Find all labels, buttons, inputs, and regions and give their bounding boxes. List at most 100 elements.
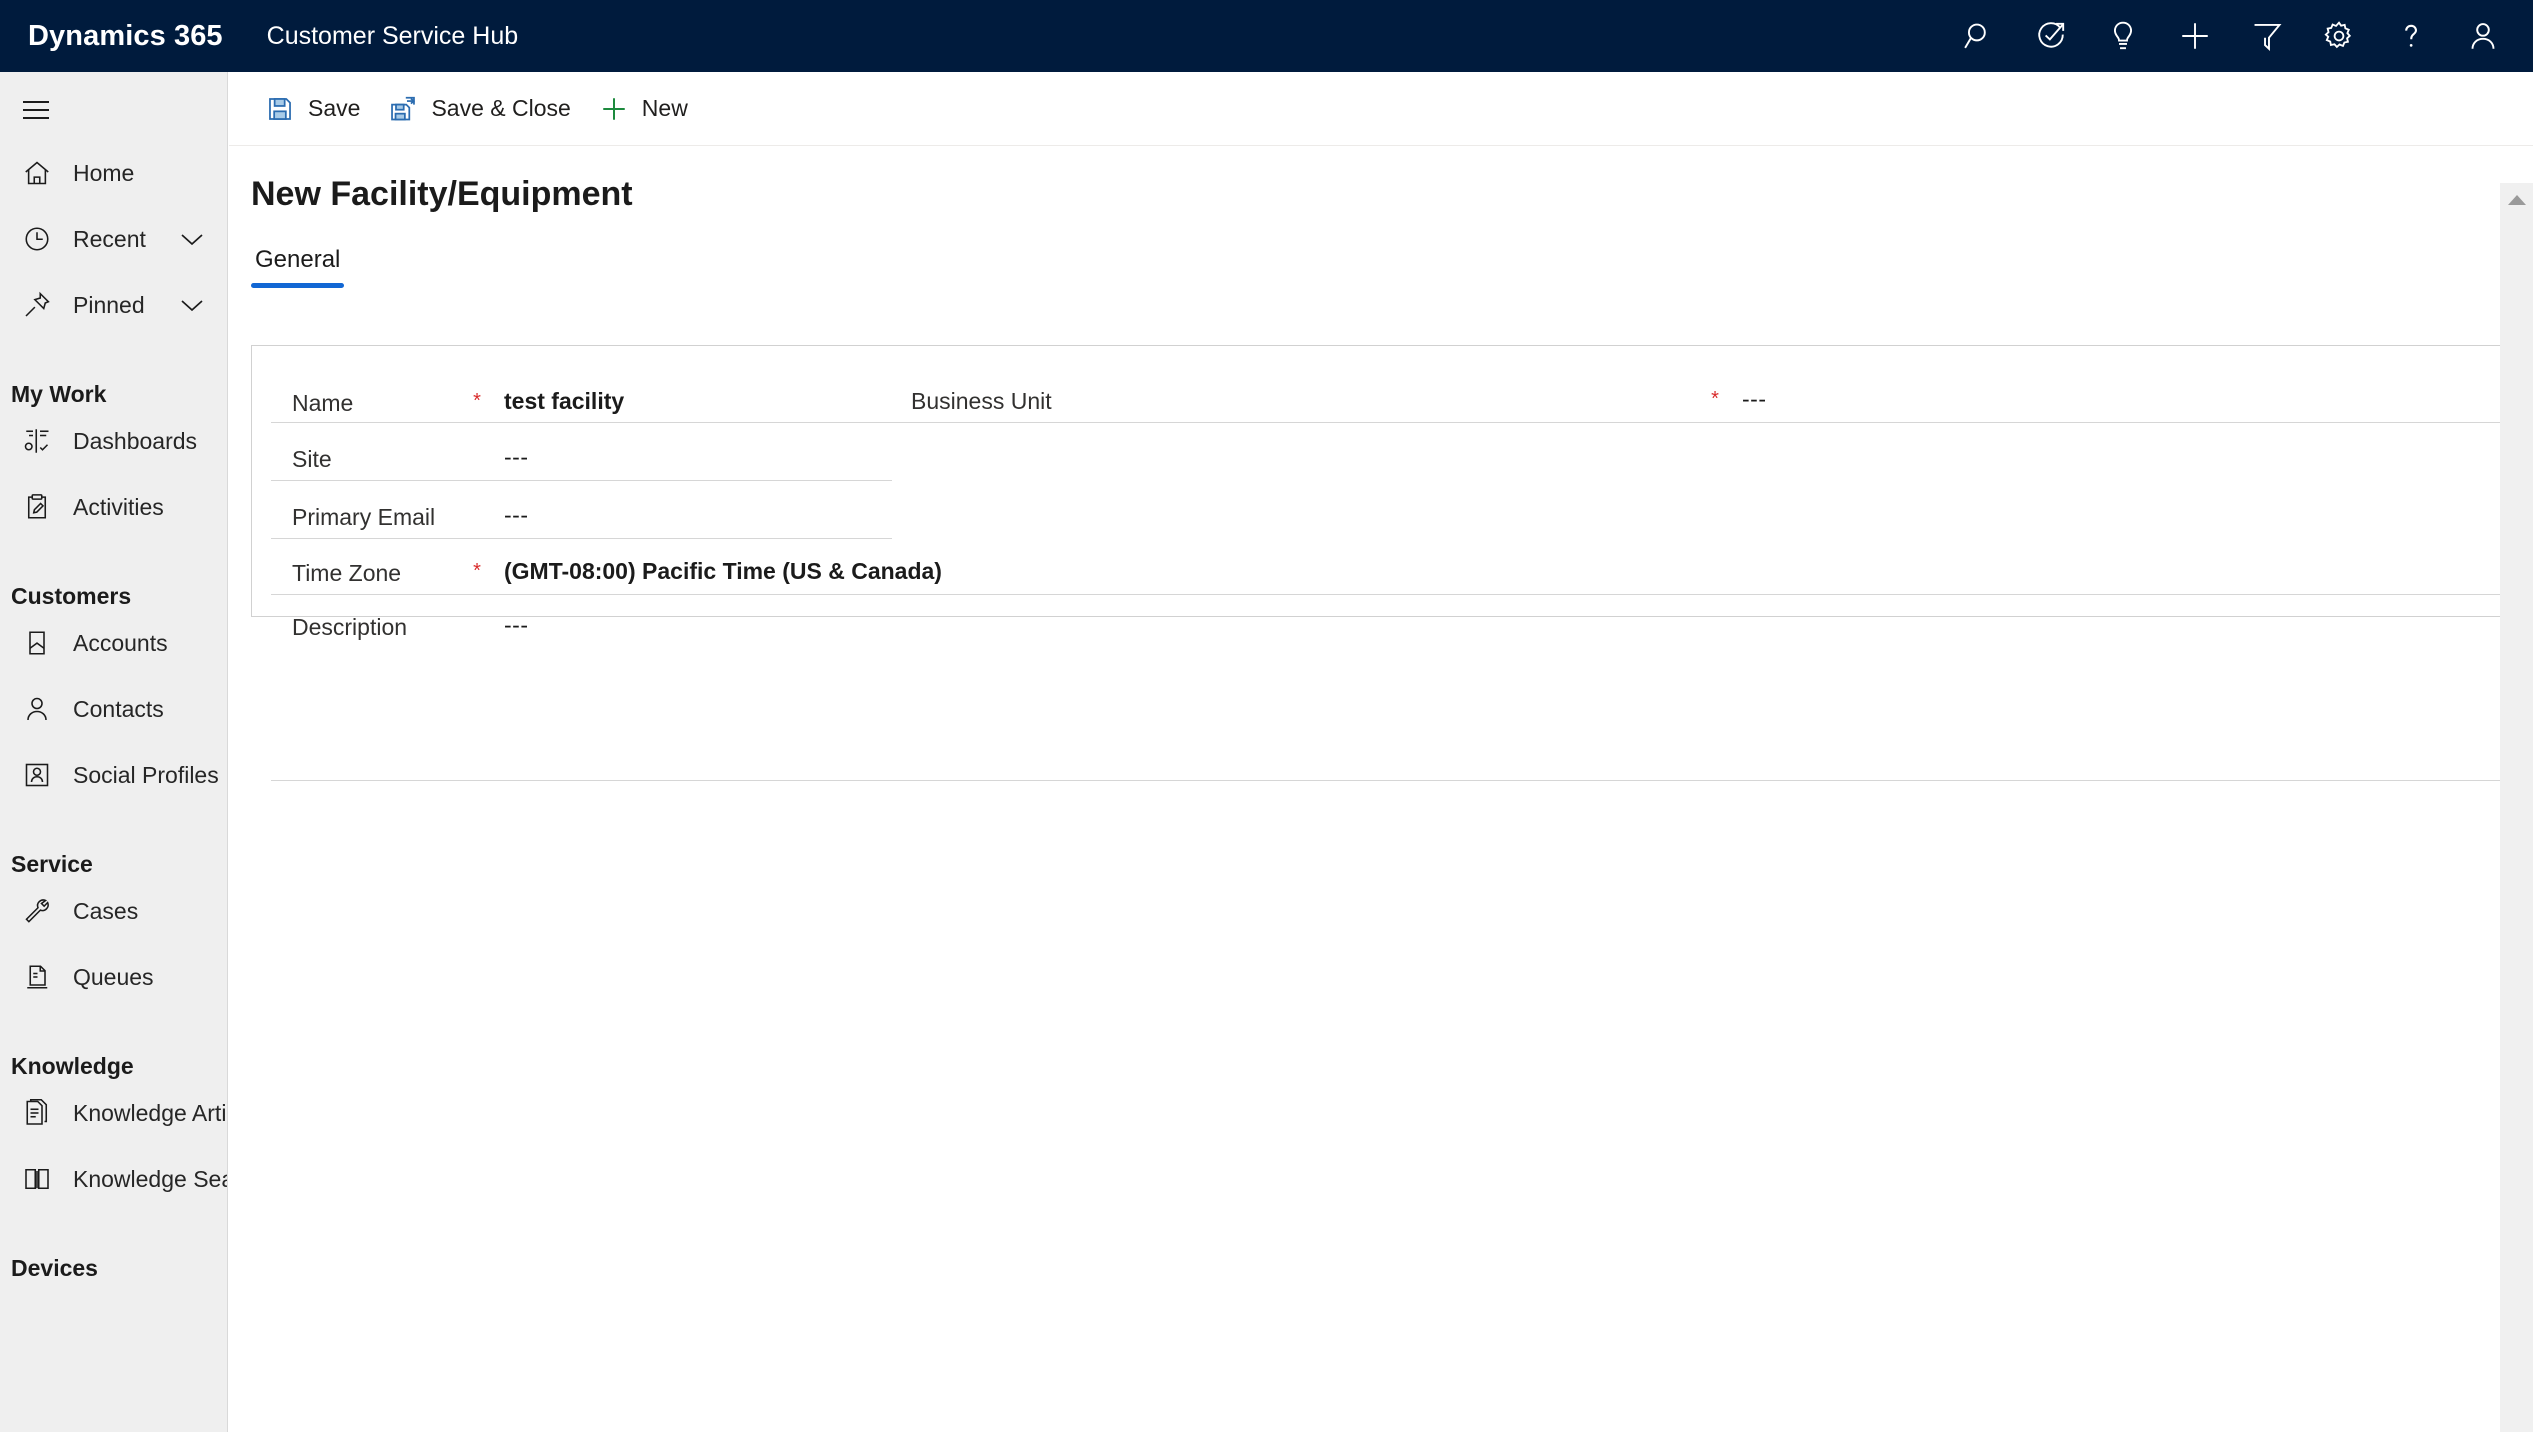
field-time-zone-value[interactable]: (GMT-08:00) Pacific Time (US & Canada) xyxy=(504,558,942,585)
sidebar-item-recent[interactable]: Recent xyxy=(0,206,227,272)
activities-icon xyxy=(20,490,54,524)
new-button-label: New xyxy=(641,95,688,121)
sidebar-item-label: Activities xyxy=(73,493,164,520)
pin-icon xyxy=(20,288,54,322)
required-indicator: * xyxy=(473,390,481,412)
field-business-unit-label: Business Unit xyxy=(911,388,1052,414)
field-description-value[interactable]: --- xyxy=(504,612,528,639)
book-icon xyxy=(20,1162,54,1196)
new-plus-icon xyxy=(599,94,629,124)
site-map-toggle-icon[interactable] xyxy=(0,80,72,140)
field-site-label: Site xyxy=(292,446,332,472)
sidebar-item-social-profiles[interactable]: Social Profiles xyxy=(0,742,227,808)
field-business-unit-value[interactable]: --- xyxy=(1742,386,1766,413)
sidebar-item-label: Knowledge Search xyxy=(73,1165,227,1192)
sidebar-item-activities[interactable]: Activities xyxy=(0,474,227,540)
sidebar-group-service: Service xyxy=(11,851,93,877)
field-time-zone-divider xyxy=(271,594,2507,595)
field-site[interactable]: Site --- xyxy=(292,443,1092,473)
article-icon xyxy=(20,1096,54,1130)
triangle-up-icon xyxy=(2507,194,2526,205)
help-icon[interactable] xyxy=(2375,0,2447,72)
sidebar-group-devices: Devices xyxy=(11,1255,98,1281)
field-time-zone[interactable]: Time Zone * (GMT-08:00) Pacific Time (US… xyxy=(292,557,1292,587)
social-profile-icon xyxy=(20,758,54,792)
field-time-zone-label: Time Zone xyxy=(292,560,402,586)
sidebar-item-knowledge-search[interactable]: Knowledge Search xyxy=(0,1146,227,1212)
sidebar-item-cases[interactable]: Cases xyxy=(0,878,227,944)
app-name: Customer Service Hub xyxy=(266,21,519,50)
clock-icon xyxy=(20,222,54,256)
chevron-down-icon[interactable] xyxy=(179,297,205,313)
save-and-close-button[interactable]: Save & Close xyxy=(374,80,584,138)
accounts-icon xyxy=(20,626,54,660)
sidebar-item-label: Home xyxy=(73,159,135,186)
field-site-value[interactable]: --- xyxy=(504,444,528,471)
app-header-actions xyxy=(1943,0,2533,72)
field-name-label: Name xyxy=(292,390,354,416)
brand-logo[interactable]: Dynamics 365 xyxy=(28,20,223,53)
scroll-up-button[interactable] xyxy=(2500,183,2533,216)
sidebar-item-dashboards[interactable]: Dashboards xyxy=(0,408,227,474)
sidebar-group-knowledge: Knowledge xyxy=(11,1053,134,1079)
sidebar-item-contacts[interactable]: Contacts xyxy=(0,676,227,742)
field-primary-email-divider xyxy=(271,538,892,539)
field-name-value[interactable]: test facility xyxy=(504,388,624,415)
sidebar-item-home[interactable]: Home xyxy=(0,140,227,206)
save-button[interactable]: Save xyxy=(251,80,374,138)
field-description[interactable]: Description --- xyxy=(292,611,1192,641)
assistant-icon[interactable] xyxy=(2015,0,2087,72)
command-bar: Save Save & Close New xyxy=(229,72,2533,146)
field-business-unit[interactable]: Business Unit * --- xyxy=(911,385,1766,415)
sidebar-item-knowledge-articles[interactable]: Knowledge Articles xyxy=(0,1080,227,1146)
field-primary-email[interactable]: Primary Email --- xyxy=(292,501,1092,531)
sidebar-item-queues[interactable]: Queues xyxy=(0,944,227,1010)
save-and-close-icon xyxy=(388,94,418,124)
vertical-scrollbar[interactable] xyxy=(2500,183,2533,1432)
field-primary-email-value[interactable]: --- xyxy=(504,502,528,529)
chevron-down-icon[interactable] xyxy=(179,231,205,247)
field-name-divider xyxy=(271,422,1483,423)
sidebar-item-accounts[interactable]: Accounts xyxy=(0,610,227,676)
sidebar-item-label: Contacts xyxy=(73,695,164,722)
lightbulb-icon[interactable] xyxy=(2087,0,2159,72)
sidebar-item-label: Pinned xyxy=(73,291,145,318)
site-map-navigation: Home Recent Pinned My Work Dashboards Ac… xyxy=(0,72,228,1432)
sidebar-item-pinned[interactable]: Pinned xyxy=(0,272,227,338)
search-icon[interactable] xyxy=(1943,0,2015,72)
save-icon xyxy=(265,94,295,124)
save-button-label: Save xyxy=(308,95,361,121)
field-description-divider xyxy=(271,780,2507,781)
plus-icon[interactable] xyxy=(2159,0,2231,72)
new-button[interactable]: New xyxy=(585,80,702,138)
gear-icon[interactable] xyxy=(2303,0,2375,72)
sidebar-item-label: Queues xyxy=(73,963,154,990)
sidebar-item-label: Recent xyxy=(73,225,146,252)
queue-icon xyxy=(20,960,54,994)
page-title: New Facility/Equipment xyxy=(251,175,633,213)
sidebar-group-customers: Customers xyxy=(11,583,132,609)
app-header: Dynamics 365 Customer Service Hub xyxy=(0,0,2533,72)
sidebar-group-my-work: My Work xyxy=(11,381,107,407)
wrench-icon xyxy=(20,894,54,928)
field-description-label: Description xyxy=(292,614,408,640)
sidebar-item-label: Cases xyxy=(73,897,139,924)
contact-icon xyxy=(20,692,54,726)
tab-general[interactable]: General xyxy=(251,246,345,288)
field-business-unit-divider xyxy=(1483,422,2507,423)
dashboard-icon xyxy=(20,424,54,458)
field-site-divider xyxy=(271,480,892,481)
user-avatar-icon[interactable] xyxy=(2447,0,2519,72)
required-indicator: * xyxy=(473,560,481,582)
sidebar-item-label: Accounts xyxy=(73,629,168,656)
required-indicator: * xyxy=(1711,388,1719,410)
home-icon xyxy=(20,156,54,190)
sidebar-item-label: Social Profiles xyxy=(73,761,219,788)
form-container: New Facility/Equipment General Name * te… xyxy=(229,146,2533,1432)
save-and-close-button-label: Save & Close xyxy=(431,95,571,121)
form-section-card: Name * test facility Business Unit * ---… xyxy=(251,345,2507,781)
form-tab-list: General xyxy=(251,246,345,288)
filter-icon[interactable] xyxy=(2231,0,2303,72)
field-primary-email-label: Primary Email xyxy=(292,504,436,530)
sidebar-item-label: Dashboards xyxy=(73,427,198,454)
